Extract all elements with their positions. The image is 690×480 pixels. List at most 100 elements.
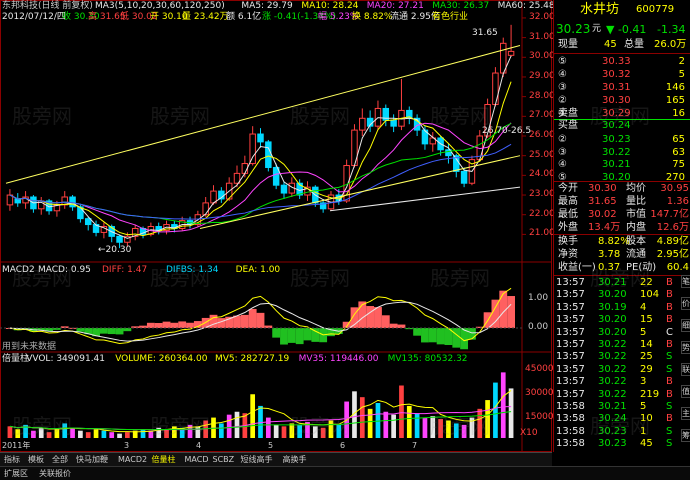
price-tick-8: 24.00 — [529, 169, 555, 180]
macd-bar-64 — [507, 296, 515, 328]
macd-bar-37 — [295, 328, 304, 345]
indicator-tab-6[interactable]: MACD — [183, 454, 211, 466]
volume-bar-11 — [93, 429, 99, 438]
macd-bar-14 — [115, 328, 124, 335]
info-turnover: 换 8.82% — [352, 12, 393, 22]
date-tick-3: 5 — [268, 441, 274, 450]
watermark-15: 股旁网 — [590, 414, 650, 438]
watermark-8: 股旁网 — [290, 266, 350, 290]
vol-legend-2: VOLUME: 260364.00 — [115, 354, 208, 364]
indicator-tab-2[interactable]: 全部 — [50, 454, 70, 466]
macd-bar-13 — [107, 328, 116, 335]
date-tick-0: 2011年 — [2, 441, 31, 450]
indicator-tab-8[interactable]: 短线高手 — [239, 454, 275, 466]
info-industry: 有色行业 — [432, 12, 469, 22]
candle-body-1 — [14, 198, 21, 204]
stat-row-3-cell-3: 12.6万 — [656, 222, 689, 233]
info-vol: 量 23.42万 — [182, 12, 229, 22]
ma-legend-0: MA3(5,10,20,30,60,120,250) — [95, 1, 225, 11]
macd-bar-9 — [76, 328, 85, 332]
side-tab-3[interactable]: 势 — [681, 341, 690, 354]
macd-axis-1: 1.00 — [528, 293, 549, 303]
volume-bar-63 — [500, 372, 506, 438]
bottom-tab-0[interactable]: 扩展区 — [4, 468, 28, 479]
info-date: 2012/07/12/四 — [2, 12, 66, 22]
volume-bar-34 — [273, 424, 279, 438]
price-row: 30.23 元 ▼ -0.41 -1.34 — [554, 22, 690, 37]
volume-bar-49 — [391, 414, 396, 438]
volume-bar-12 — [101, 430, 107, 438]
side-tab-7[interactable]: 筹 — [681, 429, 690, 442]
macd-bar-59 — [468, 328, 476, 340]
date-axis: 2011年 3 4 5 6 7 — [0, 440, 520, 451]
side-tab-0[interactable]: 笔 — [681, 275, 690, 288]
side-tab-6[interactable]: 主 — [681, 407, 690, 420]
price-tick-1: 31.00 — [529, 31, 555, 42]
macd-bar-57 — [452, 328, 461, 348]
low-marker: ←20.30 — [98, 245, 132, 255]
indicator-tab-4[interactable]: MACD2 — [116, 454, 149, 466]
vol-legend-3: MV5: 282727.19 — [215, 354, 290, 364]
volume-bar-32 — [258, 405, 263, 438]
indicator-tab-3[interactable]: 快马加鞭 — [74, 454, 110, 466]
ma3-line — [9, 55, 512, 239]
candle-body-14 — [116, 235, 123, 243]
indicator-tab-5[interactable]: 倍量柱 — [150, 454, 178, 466]
chart-area[interactable]: 东邦科技(日线 前复权) MA3(5,10,20,30,60,120,250) M… — [0, 0, 555, 452]
chart-title: 东邦科技(日线 前复权) — [2, 1, 93, 11]
volume-bar-28 — [226, 414, 232, 438]
vol-axis-30000: 30000 — [525, 388, 554, 398]
indicator-tab-0[interactable]: 指标 — [2, 454, 22, 466]
volume-bar-33 — [265, 417, 271, 438]
ma-legend-4: MA30: 26.37 — [432, 1, 490, 11]
vol-legend-0: 倍量柱 — [2, 354, 30, 364]
side-tab-2[interactable]: 细 — [681, 319, 690, 332]
stat-row-3-cell-2: 内盘 — [626, 222, 646, 233]
trade-row-13-cell-0: 13:58 — [556, 438, 585, 450]
macd-axis-0: 0.00 — [528, 322, 549, 332]
side-tab-4[interactable]: 联 — [681, 363, 690, 376]
price-tick-10: 22.00 — [529, 208, 555, 219]
macd-bar-20 — [162, 321, 171, 328]
price-unit: 元 — [592, 24, 602, 34]
price-tick-3: 29.00 — [529, 70, 555, 81]
candle-body-31 — [249, 133, 256, 165]
stats-block: 今开 30.30 均价 30.95 最高 31.65 量比 1.36 最低 30.02 市值 147.… — [554, 181, 690, 237]
candle-body-25 — [202, 202, 209, 216]
kline-chart-svg[interactable] — [0, 0, 552, 452]
macd-bar-18 — [146, 322, 155, 328]
info-amount: 额 6.1亿 — [226, 12, 262, 22]
macd-bar-12 — [99, 328, 108, 334]
watermark-7: 股旁网 — [150, 266, 210, 290]
indicator-tab-9[interactable]: 高换手 — [281, 454, 309, 466]
macd-legend-4: DEA: 1.00 — [235, 265, 281, 275]
volume-bar-10 — [85, 432, 91, 438]
vol-unit: X10 — [520, 428, 538, 438]
price-change: ▼ -0.41 — [606, 23, 647, 36]
volume-bar-31 — [250, 394, 256, 438]
indicator-tab-7[interactable]: SCBZ — [211, 454, 237, 466]
chart-frame — [0, 0, 552, 452]
volume-bar-46 — [367, 408, 373, 438]
side-tab-5[interactable]: 值 — [681, 385, 690, 398]
volume-bar-52 — [414, 413, 420, 438]
price-tick-9: 23.00 — [529, 189, 555, 200]
ma-legend-1: MA5: 29.79 — [241, 1, 293, 11]
ma-legend-3: MA20: 27.21 — [366, 1, 424, 11]
volume-bar-50 — [399, 385, 404, 438]
price-tick-7: 25.00 — [529, 149, 555, 160]
bottom-tab-1[interactable]: 关联报价 — [39, 468, 71, 479]
macd-bar-53 — [421, 328, 429, 343]
indicator-tab-1[interactable]: 模板 — [26, 454, 46, 466]
bottom-tabs: 扩展区 关联报价 — [0, 466, 690, 480]
price-axis: 32.00 31.00 30.00 29.00 28.00 27.00 26.00 25.00… — [525, 0, 555, 250]
macd-bar-55 — [436, 328, 445, 345]
watermark-2: 股旁网 — [150, 104, 210, 128]
volume-bar-13 — [109, 432, 115, 438]
side-tab-1[interactable]: 价 — [681, 297, 690, 310]
trade-row-13-cell-3: S — [666, 438, 673, 450]
macd-bar-19 — [154, 323, 163, 328]
price-tick-6: 26.00 — [529, 130, 555, 140]
vol-axis-15000: 15000 — [525, 412, 554, 422]
volume-bar-17 — [140, 429, 146, 438]
